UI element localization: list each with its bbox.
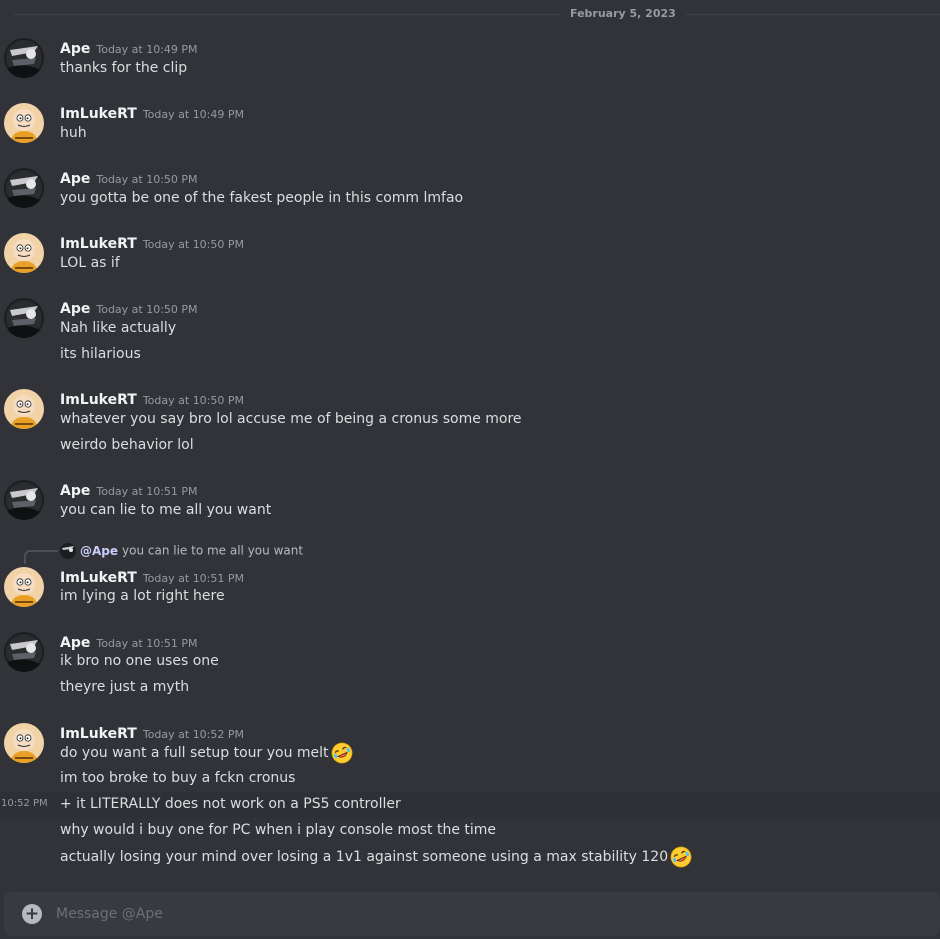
reply-avatar-ape <box>60 543 76 559</box>
message-composer: + <box>4 892 940 936</box>
timestamp: Today at 10:49 PM <box>96 43 198 56</box>
message-text: you can lie to me all you want <box>60 502 272 518</box>
message-text: im lying a lot right here <box>60 588 225 604</box>
message-header: Ape Today at 10:50 PM <box>60 168 198 188</box>
message-text: theyre just a myth <box>60 679 190 695</box>
timestamp: Today at 10:52 PM <box>142 728 245 741</box>
username[interactable]: Ape <box>60 635 90 651</box>
message-text: its hilarious <box>60 346 141 362</box>
plus-circle-icon[interactable]: + <box>22 904 42 924</box>
timestamp: Today at 10:51 PM <box>142 572 245 585</box>
timestamp: Today at 10:50 PM <box>96 173 198 186</box>
divider-line <box>14 14 940 15</box>
username[interactable]: ImLukeRT <box>60 726 137 742</box>
timestamp: Today at 10:49 PM <box>142 108 245 121</box>
reply-text: you can lie to me all you want <box>122 543 304 558</box>
timestamp: Today at 10:51 PM <box>96 485 198 498</box>
avatar-imlukert[interactable] <box>4 723 44 763</box>
message-header: Ape Today at 10:49 PM <box>60 38 198 58</box>
reply-mention[interactable]: @Ape <box>80 544 118 558</box>
message-text: actually losing your mind over losing a … <box>60 846 692 868</box>
message-header: ImLukeRT Today at 10:52 PM <box>60 723 244 743</box>
message-header: Ape Today at 10:50 PM <box>60 298 198 318</box>
reply-reference[interactable]: @Ape you can lie to me all you want <box>60 543 303 561</box>
hover-timestamp: 10:52 PM <box>1 798 48 809</box>
message-text-content: actually losing your mind over losing a … <box>60 849 669 865</box>
message-text: thanks for the clip <box>60 60 188 76</box>
rolling-on-floor-laughing-emoji[interactable] <box>331 742 353 764</box>
timestamp: Today at 10:51 PM <box>96 637 198 650</box>
date-divider: February 5, 2023 <box>0 0 940 30</box>
message-text: weirdo behavior lol <box>60 437 194 453</box>
username[interactable]: Ape <box>60 171 90 187</box>
avatar-ape[interactable] <box>4 632 44 672</box>
avatar-ape[interactable] <box>4 38 44 78</box>
username[interactable]: ImLukeRT <box>60 570 137 586</box>
username[interactable]: Ape <box>60 41 90 57</box>
message-text: why would i buy one for PC when i play c… <box>60 822 497 838</box>
username[interactable]: Ape <box>60 301 90 317</box>
message-text: you gotta be one of the fakest people in… <box>60 190 464 206</box>
message-header: ImLukeRT Today at 10:49 PM <box>60 103 244 123</box>
divider-date: February 5, 2023 <box>560 7 686 20</box>
message-text: whatever you say bro lol accuse me of be… <box>60 411 522 427</box>
reply-spine <box>24 550 58 564</box>
timestamp: Today at 10:50 PM <box>96 303 198 316</box>
username[interactable]: ImLukeRT <box>60 236 137 252</box>
username[interactable]: Ape <box>60 483 90 499</box>
message-text: ik bro no one uses one <box>60 653 219 669</box>
message-text: huh <box>60 125 87 141</box>
username[interactable]: ImLukeRT <box>60 106 137 122</box>
message-text: do you want a full setup tour you melt <box>60 742 353 764</box>
message-text: + it LITERALLY does not work on a PS5 co… <box>60 796 401 812</box>
rolling-on-floor-laughing-emoji[interactable] <box>670 846 692 868</box>
message-input[interactable] <box>56 902 876 926</box>
timestamp: Today at 10:50 PM <box>142 394 245 407</box>
avatar-ape[interactable] <box>4 298 44 338</box>
message-header: Ape Today at 10:51 PM <box>60 480 198 500</box>
timestamp: Today at 10:50 PM <box>142 238 245 251</box>
message-header: ImLukeRT Today at 10:51 PM <box>60 567 244 587</box>
avatar-imlukert[interactable] <box>4 567 44 607</box>
avatar-imlukert[interactable] <box>4 233 44 273</box>
avatar-imlukert[interactable] <box>4 103 44 143</box>
message-text: LOL as if <box>60 255 120 271</box>
avatar-ape[interactable] <box>4 480 44 520</box>
message-header: ImLukeRT Today at 10:50 PM <box>60 233 244 253</box>
message-header: ImLukeRT Today at 10:50 PM <box>60 389 244 409</box>
avatar-imlukert[interactable] <box>4 389 44 429</box>
message-text: im too broke to buy a fckn cronus <box>60 770 296 786</box>
message-header: Ape Today at 10:51 PM <box>60 632 198 652</box>
message-text: Nah like actually <box>60 320 177 336</box>
avatar-ape[interactable] <box>4 168 44 208</box>
username[interactable]: ImLukeRT <box>60 392 137 408</box>
message-text-content: do you want a full setup tour you melt <box>60 745 329 761</box>
